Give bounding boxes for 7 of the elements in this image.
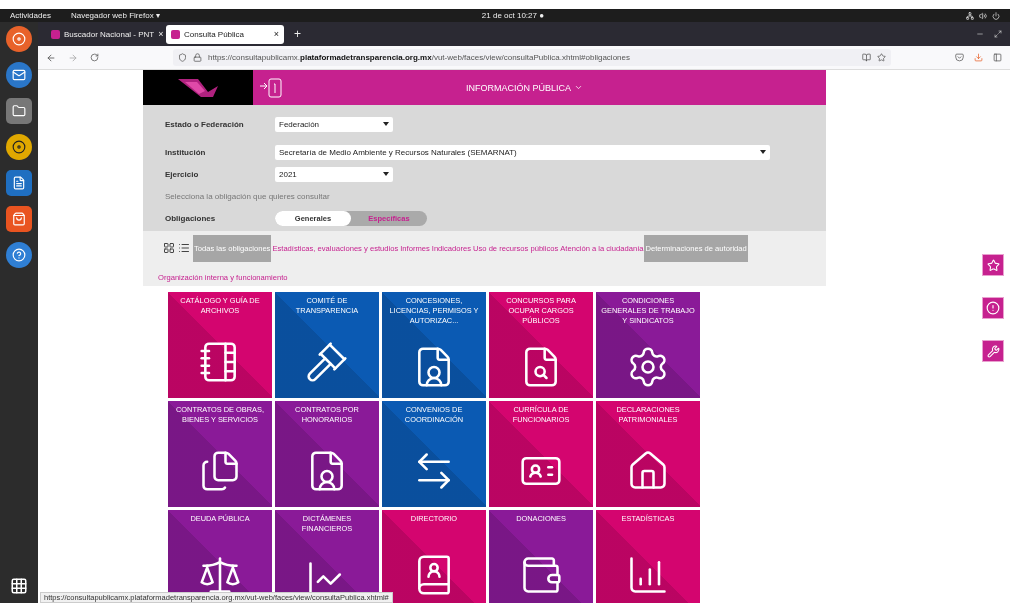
field-label: Obligaciones	[165, 213, 217, 223]
field-label: Ejercicio	[165, 169, 200, 179]
field-label: Estado o Federación	[165, 119, 245, 129]
tab-title: Buscador Nacional - PNT	[64, 29, 155, 39]
field-label: Institución	[165, 147, 207, 157]
hint-text: Selecciona la obligación que quieres consultar	[165, 191, 330, 201]
tab-title: Consulta Pública	[184, 29, 246, 39]
